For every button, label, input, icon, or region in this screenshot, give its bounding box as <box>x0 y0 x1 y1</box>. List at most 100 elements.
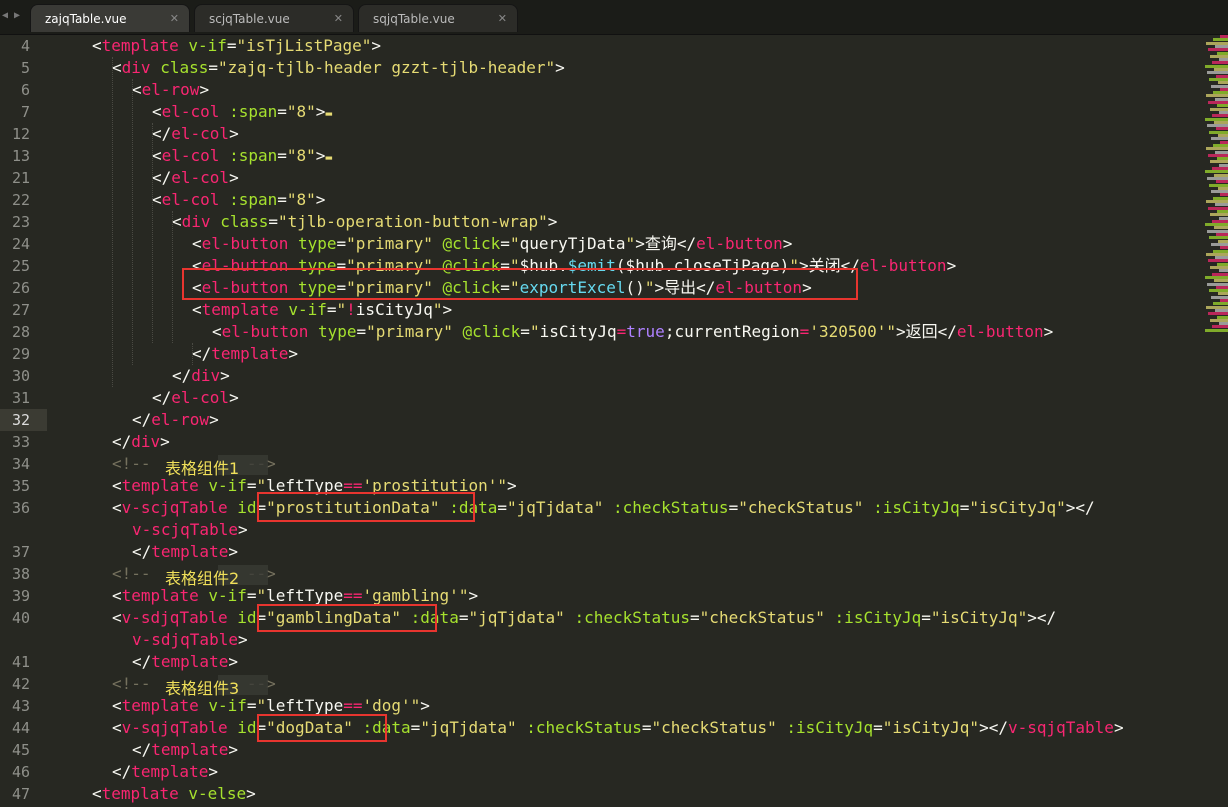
code-line[interactable]: <div class="zajq-tjlb-header gzzt-tjlb-h… <box>112 57 565 79</box>
code-line[interactable]: <el-col :span="8"> <box>152 189 325 211</box>
code-line[interactable]: <template v-else> <box>92 783 256 805</box>
code-token: = <box>326 300 337 319</box>
code-token: v-sqjqTable <box>121 718 228 737</box>
code-token: v-scjqTable <box>121 498 228 517</box>
code-line[interactable]: <template v-if="isTjListPage"> <box>92 35 381 57</box>
code-token: queryTjData <box>519 234 626 253</box>
code-line[interactable]: </el-col> <box>152 123 239 145</box>
code-line[interactable]: <el-col :span="8">▬ <box>152 101 332 123</box>
code-line[interactable]: </template> <box>132 739 238 761</box>
code-token: "jqTjdata" <box>468 608 565 627</box>
code-line[interactable]: <el-row> <box>132 79 209 101</box>
code-token: '320500' <box>809 322 887 341</box>
code-line[interactable]: </div> <box>112 431 170 453</box>
code-token: "isTjListPage" <box>236 36 372 55</box>
fold-marker-icon[interactable]: ▬ <box>325 151 332 164</box>
code-line[interactable]: v-sdjqTable> <box>132 629 248 651</box>
code-token: = <box>873 718 883 737</box>
code-token: < <box>92 784 102 803</box>
tab-zajqtable[interactable]: zajqTable.vue ✕ <box>30 4 190 32</box>
code-editor[interactable]: 4 5 6 7 12 13 21 22 23 24 25 26 27 28 29 30 31 32 33 34 35 36… <box>0 35 1228 807</box>
code-token: template <box>211 344 289 363</box>
code-token: "primary" <box>366 322 453 341</box>
code-line[interactable]: <v-sdjqTable id="gamblingData" :data="jq… <box>112 607 1056 629</box>
code-line[interactable]: <div class="tjlb-operation-button-wrap"> <box>172 211 557 233</box>
code-line[interactable]: <el-button type="primary" @click="isCity… <box>212 321 1053 343</box>
code-token: = <box>246 696 257 715</box>
code-line[interactable]: </el-col> <box>152 167 239 189</box>
minimap-line <box>1205 328 1228 332</box>
code-token: leftType <box>266 586 344 605</box>
highlight-gambling-id <box>257 604 437 632</box>
code-token: > <box>228 652 238 671</box>
tab-nav-arrows-icon[interactable]: ◀ ▶ <box>0 6 22 26</box>
tab-bar: ◀ ▶ zajqTable.vue ✕ scjqTable.vue ✕ sqjq… <box>0 0 1228 35</box>
tab-sqjqtable[interactable]: sqjqTable.vue ✕ <box>358 4 518 32</box>
code-line[interactable]: <template v-if="!isCityJq"> <box>192 299 452 321</box>
line-number: 24 <box>11 235 30 253</box>
code-token: :span <box>229 190 278 209</box>
code-line[interactable]: </template> <box>112 761 218 783</box>
close-icon[interactable]: ✕ <box>334 5 343 33</box>
code-line[interactable]: </el-row> <box>132 409 219 431</box>
line-number: 31 <box>11 389 30 407</box>
code-token: " <box>458 586 469 605</box>
code-token: > <box>160 432 170 451</box>
code-token: "zajq-tjlb-header gzzt-tjlb-header" <box>218 58 556 77</box>
code-token: id <box>237 498 257 517</box>
code-token: template <box>151 740 229 759</box>
code-token: > <box>220 366 230 385</box>
code-line[interactable]: </template> <box>192 343 298 365</box>
line-number: 21 <box>11 169 30 187</box>
code-token: > <box>229 388 239 407</box>
line-number: 38 <box>11 565 30 583</box>
code-token: v-sqjqTable <box>1007 718 1114 737</box>
code-token: = <box>268 212 278 231</box>
code-line[interactable]: </template> <box>132 651 238 673</box>
code-token: ></ <box>1065 498 1095 517</box>
code-token: = <box>500 234 510 253</box>
code-token: < <box>212 322 222 341</box>
minimap[interactable] <box>1202 35 1228 335</box>
code-token: "8" <box>286 102 316 121</box>
code-line[interactable]: <el-button type="primary" @click="queryT… <box>192 233 792 255</box>
code-token: > <box>555 58 565 77</box>
code-token: = <box>208 58 218 77</box>
code-token: v-if <box>288 300 327 319</box>
code-line[interactable]: <el-col :span="8">▬ <box>152 145 332 167</box>
code-token: = <box>246 476 257 495</box>
line-number: 32 <box>11 411 30 429</box>
code-line[interactable]: </el-col> <box>152 387 239 409</box>
close-icon[interactable]: ✕ <box>498 5 507 33</box>
line-number: 39 <box>11 587 30 605</box>
code-token: template <box>151 542 229 561</box>
close-icon[interactable]: ✕ <box>170 5 179 33</box>
tab-label: sqjqTable.vue <box>373 12 455 26</box>
line-number: 28 <box>11 323 30 341</box>
code-token: > <box>237 630 248 649</box>
code-token: type <box>317 322 357 341</box>
code-line[interactable]: v-scjqTable> <box>132 519 248 541</box>
code-token: v-scjqTable <box>132 520 238 539</box>
code-token: v-if <box>188 36 227 55</box>
code-token: :isCityJq <box>786 718 874 737</box>
code-token: > <box>506 476 517 495</box>
code-line[interactable]: </template> <box>132 541 238 563</box>
code-token: = <box>959 498 970 517</box>
code-token: > <box>199 80 210 99</box>
code-token: el-button <box>221 322 309 341</box>
code-token: = <box>690 608 700 627</box>
tab-scjqtable[interactable]: scjqTable.vue ✕ <box>194 4 354 32</box>
code-token: </ <box>112 762 132 781</box>
code-token: </ <box>152 168 172 187</box>
fold-marker-icon[interactable]: ▬ <box>325 107 332 120</box>
code-line[interactable]: </div> <box>172 365 230 387</box>
code-token: " <box>256 586 267 605</box>
